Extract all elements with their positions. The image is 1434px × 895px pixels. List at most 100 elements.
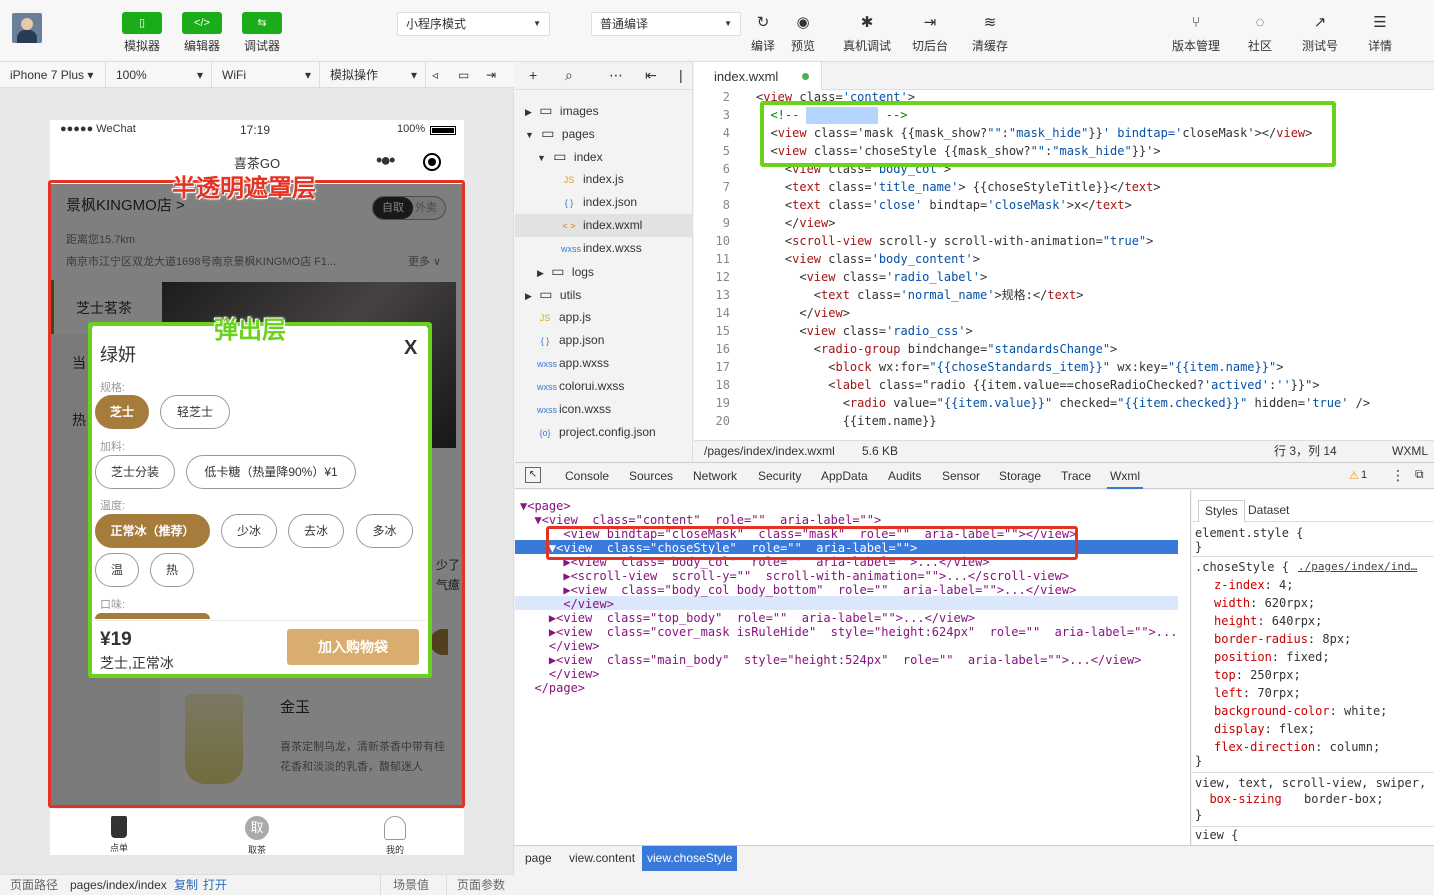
file-tree-item[interactable]: { } app.json bbox=[525, 329, 605, 352]
file-tree-item[interactable]: JS app.js bbox=[525, 306, 591, 329]
file-name: logs bbox=[571, 265, 594, 279]
devtools-tab[interactable]: Audits bbox=[888, 463, 921, 489]
file-tree-item[interactable]: { } index.json bbox=[549, 191, 637, 214]
wxml-node[interactable]: ▶<scroll-view scroll-y="" scroll-with-an… bbox=[520, 569, 1069, 583]
style-property[interactable]: height: 640rpx; bbox=[1214, 612, 1322, 630]
wxml-node[interactable]: ▶<view class="cover_mask isRuleHide" sty… bbox=[520, 625, 1178, 639]
devtools-tab[interactable]: Network bbox=[693, 463, 737, 489]
file-tree-item[interactable]: < > index.wxml bbox=[515, 214, 693, 237]
devtools-tab[interactable]: Storage bbox=[999, 463, 1041, 489]
crumb-item[interactable]: page bbox=[525, 851, 552, 865]
source-link[interactable]: ./pages/index/ind… bbox=[1298, 558, 1417, 576]
devtools-tab[interactable]: Trace bbox=[1061, 463, 1091, 489]
devtools-tab[interactable]: Sensor bbox=[942, 463, 980, 489]
divider bbox=[1192, 772, 1434, 773]
style-property[interactable]: background-color: white; bbox=[1214, 702, 1387, 720]
volume-icon[interactable]: ◃ bbox=[432, 62, 458, 88]
search-icon[interactable]: ⌕ bbox=[565, 62, 573, 88]
editor-button[interactable]: </> 编辑器 bbox=[171, 12, 233, 54]
avatar[interactable] bbox=[12, 13, 42, 43]
wxml-node[interactable]: ▶<view class="body_col body_bottom" role… bbox=[520, 583, 1076, 597]
screen-icon[interactable]: ▭ bbox=[458, 62, 484, 88]
style-property[interactable]: display: flex; bbox=[1214, 720, 1315, 738]
params-button[interactable]: 页面参数 bbox=[446, 875, 514, 895]
file-tree-item[interactable]: wxss colorui.wxss bbox=[525, 375, 624, 398]
wxml-node[interactable]: </page> bbox=[520, 681, 585, 695]
file-tree-item[interactable]: ▶ ▭ images bbox=[525, 99, 599, 122]
wxml-node[interactable]: ▶<view class="main_body" style="height:5… bbox=[520, 653, 1141, 667]
tab-order[interactable]: 点单 bbox=[89, 813, 149, 854]
code-line: 17 <block wx:for="{{choseStandards_item}… bbox=[694, 358, 1284, 376]
wxml-node[interactable]: </view> bbox=[520, 667, 600, 681]
test-button[interactable]: ↗ 测试号 bbox=[1289, 12, 1351, 54]
simulator-button[interactable]: ▯ 模拟器 bbox=[111, 12, 173, 54]
zoom-select[interactable]: 100% ▾ bbox=[106, 62, 212, 88]
wxml-node[interactable]: ▼<view class="content" role="" aria-labe… bbox=[520, 513, 881, 527]
file-tree-item[interactable]: wxss icon.wxss bbox=[525, 398, 611, 421]
style-property[interactable]: top: 250rpx; bbox=[1214, 666, 1301, 684]
inspect-icon[interactable]: ↖ bbox=[525, 467, 541, 483]
tab-dataset[interactable]: Dataset bbox=[1248, 500, 1289, 520]
file-tree-item[interactable]: ▶ ▭ utils bbox=[525, 283, 581, 306]
devtools-tab[interactable]: Console bbox=[565, 463, 609, 489]
devtools-tab[interactable]: AppData bbox=[821, 463, 868, 489]
collapse-icon[interactable]: | bbox=[679, 62, 683, 88]
device-select[interactable]: iPhone 7 Plus ▾ bbox=[0, 62, 106, 88]
add-icon[interactable]: + bbox=[529, 62, 537, 88]
details-button[interactable]: ☰ 详情 bbox=[1349, 12, 1411, 54]
devtools-tab[interactable]: Security bbox=[758, 463, 801, 489]
warning-icon[interactable]: ⚠ bbox=[1349, 469, 1359, 482]
sort-icon[interactable]: ⇤ bbox=[645, 62, 657, 88]
clear-cache-button[interactable]: ≋ 清缓存 bbox=[959, 12, 1021, 54]
file-tree-item[interactable]: {o} project.config.json bbox=[525, 421, 656, 444]
file-name: project.config.json bbox=[559, 425, 656, 439]
detach-icon[interactable]: ⇥ bbox=[486, 62, 512, 88]
community-button[interactable]: ◌ 社区 bbox=[1229, 12, 1291, 54]
close-mini-icon[interactable] bbox=[423, 153, 441, 171]
preview-button[interactable]: ◉ 预览 bbox=[772, 12, 834, 54]
wxml-node[interactable]: ▼<page> bbox=[520, 499, 571, 513]
chevron-down-icon: ▼ bbox=[537, 153, 546, 163]
compile-select[interactable]: 普通编译 ▼ bbox=[591, 12, 741, 36]
file-tree-item[interactable]: ▼ ▭ pages bbox=[525, 122, 595, 145]
version-button[interactable]: ⑂ 版本管理 bbox=[1165, 12, 1227, 54]
sim-op-select[interactable]: 模拟操作 ▾ bbox=[320, 62, 426, 88]
style-property[interactable]: width: 620rpx; bbox=[1214, 594, 1315, 612]
style-property[interactable]: z-index: 4; bbox=[1214, 576, 1293, 594]
file-tree-item[interactable]: ▼ ▭ index bbox=[537, 145, 603, 168]
wxml-node[interactable]: ▶<view class="top_body" role="" aria-lab… bbox=[520, 611, 975, 625]
copy-link[interactable]: 复制 bbox=[174, 875, 198, 895]
tab-styles[interactable]: Styles bbox=[1198, 500, 1245, 522]
debugger-button[interactable]: ⇆ 调试器 bbox=[231, 12, 293, 54]
style-property[interactable]: left: 70rpx; bbox=[1214, 684, 1301, 702]
file-tree-item[interactable]: JS index.js bbox=[549, 168, 624, 191]
style-property[interactable]: flex-direction: column; bbox=[1214, 738, 1380, 756]
open-link[interactable]: 打开 bbox=[203, 875, 227, 895]
wxml-node[interactable]: </view> bbox=[520, 639, 600, 653]
file-tree-item[interactable]: ▶ ▭ logs bbox=[537, 260, 594, 283]
tab-mine[interactable]: 我的 bbox=[365, 813, 425, 855]
tab-pickup[interactable]: 取取茶 bbox=[227, 813, 287, 855]
mode-select[interactable]: 小程序模式 ▼ bbox=[397, 12, 550, 36]
crumb-item-active[interactable]: view.choseStyle bbox=[642, 846, 738, 871]
folder-icon: ▭ bbox=[541, 125, 555, 141]
folder-icon: ▭ bbox=[539, 102, 553, 118]
file-tree-item[interactable]: wxss app.wxss bbox=[525, 352, 609, 375]
wxml-node[interactable]: </view> bbox=[520, 597, 614, 611]
scene-button[interactable]: 场景值 bbox=[380, 875, 446, 895]
style-property[interactable]: border-radius: 8px; bbox=[1214, 630, 1351, 648]
crumb-item[interactable]: view.content bbox=[569, 851, 635, 865]
property-value: : fixed; bbox=[1271, 650, 1330, 664]
background-button[interactable]: ⇥ 切后台 bbox=[899, 12, 961, 54]
devtools-tab[interactable]: Wxml bbox=[1107, 463, 1143, 489]
more-icon[interactable]: •●• bbox=[376, 150, 396, 171]
file-tree-item[interactable]: wxss index.wxss bbox=[549, 237, 642, 260]
more-icon[interactable]: ⋯ bbox=[609, 62, 623, 88]
real-debug-button[interactable]: ✱ 真机调试 bbox=[836, 12, 898, 54]
kebab-icon[interactable]: ⋮ bbox=[1391, 467, 1405, 484]
editor-tab[interactable]: index.wxml bbox=[694, 62, 822, 90]
network-select[interactable]: WiFi ▾ bbox=[212, 62, 320, 88]
style-property[interactable]: position: fixed; bbox=[1214, 648, 1330, 666]
devtools-tab[interactable]: Sources bbox=[629, 463, 673, 489]
dock-icon[interactable]: ⧉ bbox=[1415, 467, 1424, 482]
